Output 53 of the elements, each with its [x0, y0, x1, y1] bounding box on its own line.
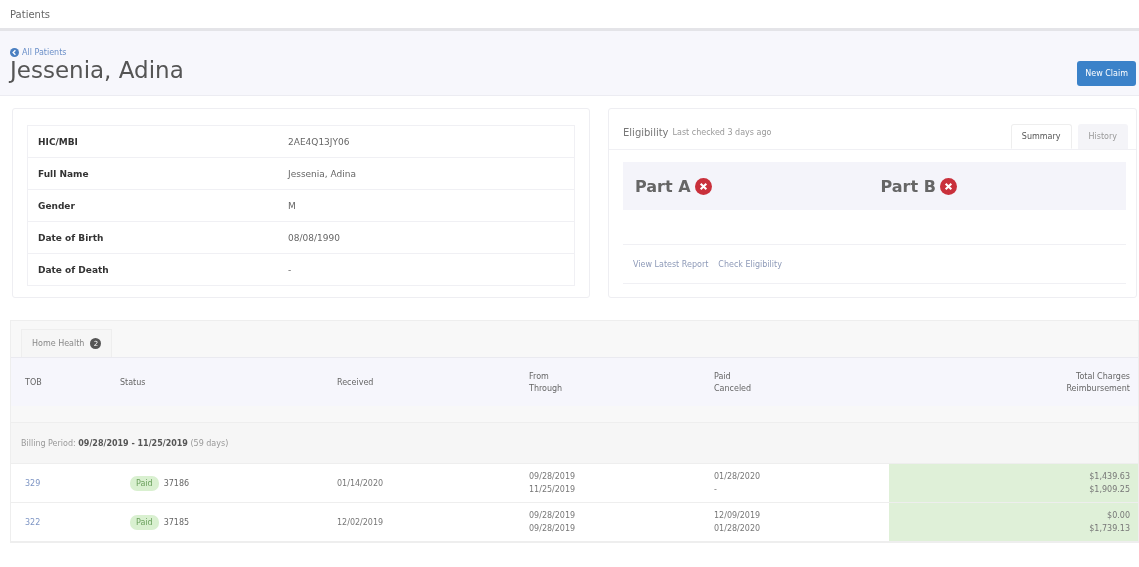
table-cell: $0.00 — [1107, 511, 1130, 520]
table-cell: 01/28/2020 — [714, 524, 761, 533]
detail-label: Gender — [38, 200, 76, 211]
column-header: Paid — [714, 371, 732, 381]
table-cell: $1,739.13 — [1089, 524, 1130, 533]
tob-link[interactable]: 322 — [25, 517, 41, 527]
status-badge: Paid — [130, 475, 159, 491]
claim-number: 37186 — [163, 478, 190, 488]
patient-name: Jessenia, Adina — [10, 56, 184, 83]
breadcrumb[interactable]: Patients — [10, 8, 51, 20]
column-header: Canceled — [714, 383, 753, 393]
column-header: Received — [337, 377, 375, 387]
column-header: From — [529, 371, 550, 381]
back-link[interactable]: All Patients — [10, 47, 184, 57]
detail-label: Date of Death — [38, 264, 110, 275]
detail-label: Date of Birth — [38, 232, 105, 243]
detail-value: 2AE4Q13JY06 — [288, 136, 350, 147]
eligibility-tab[interactable]: History — [1077, 124, 1128, 149]
table-cell: 09/28/2019 — [529, 524, 576, 533]
column-header: Reimbursement — [1066, 383, 1130, 393]
column-header: Total Charges — [1075, 371, 1130, 381]
claim-number: 37185 — [163, 517, 190, 527]
eligibility-title: Eligibility — [623, 126, 669, 138]
status-badge: Paid — [130, 514, 159, 530]
part-label: Part A — [635, 176, 691, 196]
eligibility-tab[interactable]: Summary — [1010, 124, 1072, 149]
eligibility-link[interactable]: Check Eligibility — [718, 259, 782, 269]
table-cell: 01/28/2020 — [714, 472, 761, 481]
table-cell: 09/28/2019 — [529, 511, 576, 520]
detail-value: 08/08/1990 — [288, 232, 340, 243]
table-cell: $1,439.63 — [1089, 472, 1130, 481]
table-cell: 09/28/2019 — [529, 472, 576, 481]
detail-value: Jessenia, Adina — [288, 168, 356, 179]
last-checked: Last checked 3 days ago — [672, 127, 773, 137]
detail-value: M — [288, 200, 296, 211]
new-claim-button[interactable]: New Claim — [1077, 60, 1136, 86]
table-cell: 11/25/2019 — [529, 485, 576, 494]
column-header: Status — [120, 377, 147, 387]
column-header: Through — [529, 383, 564, 393]
billing-period: Billing Period: 09/28/2019 - 11/25/2019 (59 days) — [21, 438, 229, 448]
detail-label: Full Name — [38, 168, 90, 179]
tob-link[interactable]: 329 — [25, 478, 41, 488]
table-cell: $1,909.25 — [1089, 485, 1130, 494]
part-label: Part B — [880, 176, 936, 196]
detail-label: HIC/MBI — [38, 136, 79, 147]
detail-value: - — [288, 264, 292, 275]
table-cell: 01/14/2020 — [337, 478, 384, 488]
back-arrow-icon — [10, 47, 19, 57]
table-cell: - — [714, 485, 717, 494]
table-cell: 12/02/2019 — [337, 517, 384, 527]
column-header: TOB — [25, 377, 43, 387]
table-cell: 12/09/2019 — [714, 511, 761, 520]
eligibility-link[interactable]: View Latest Report — [633, 259, 709, 269]
